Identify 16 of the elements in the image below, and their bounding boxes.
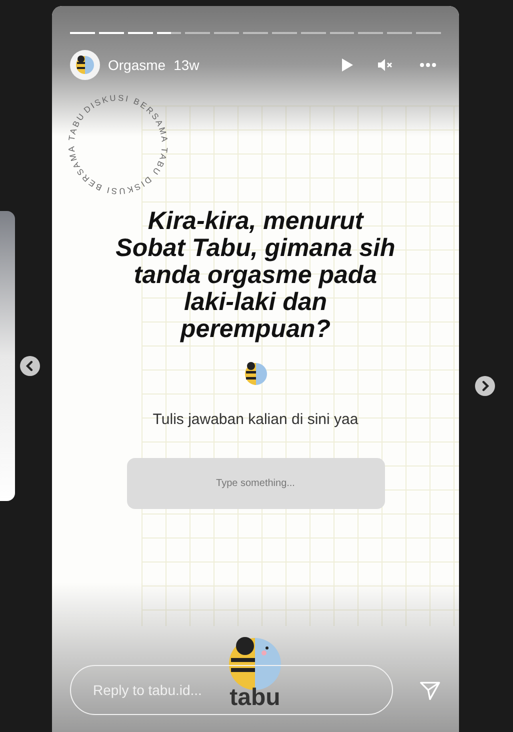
avatar-icon[interactable] <box>70 50 100 80</box>
next-button[interactable] <box>475 376 495 396</box>
chevron-right-icon <box>475 376 495 396</box>
play-icon[interactable] <box>339 57 355 73</box>
logo-text: tabu <box>230 684 280 712</box>
post-age: 13w <box>174 57 200 73</box>
answer-field[interactable]: Type something... <box>126 458 384 509</box>
previous-story-card[interactable] <box>0 211 15 501</box>
mute-icon[interactable] <box>377 57 393 73</box>
more-icon[interactable] <box>419 62 437 68</box>
question-text: Kira-kira, menurut Sobat Tabu, gimana sih tanda orgasme pada laki-laki dan perempuan? <box>114 208 396 343</box>
previous-button[interactable] <box>20 356 40 376</box>
account-name[interactable]: Orgasme <box>108 57 166 73</box>
send-icon[interactable] <box>419 679 441 701</box>
prompt-text: Tulis jawaban kalian di sini yaa <box>152 410 360 430</box>
chevron-left-icon <box>20 356 40 376</box>
